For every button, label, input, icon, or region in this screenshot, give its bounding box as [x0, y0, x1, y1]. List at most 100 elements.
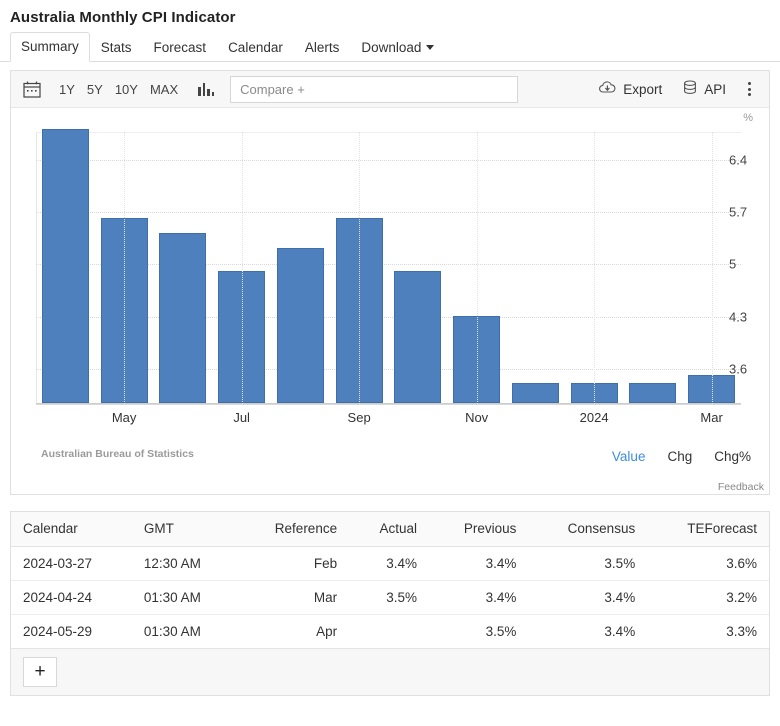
- tab-label: Summary: [21, 39, 79, 54]
- page-title: Australia Monthly CPI Indicator: [10, 9, 236, 26]
- x-tick-label: May: [111, 410, 137, 425]
- calendar-table: Calendar GMT Reference Actual Previous Consen…: [11, 512, 769, 648]
- plot-top-border: [36, 132, 741, 133]
- table-row[interactable]: 2024-03-27 12:30 AM Feb 3.4% 3.4% 3.5% 3.6%: [11, 546, 769, 581]
- grid-line-v: [124, 132, 126, 404]
- table-cell: 3.5%: [528, 546, 648, 581]
- compare-input[interactable]: [230, 75, 519, 103]
- column-header-teforecast[interactable]: TEForecast: [647, 512, 769, 547]
- chart-bar[interactable]: [41, 128, 89, 403]
- tab-summary[interactable]: Summary: [10, 32, 90, 62]
- y-tick-label: 3.6: [729, 361, 748, 377]
- column-header-calendar[interactable]: Calendar: [11, 512, 132, 547]
- x-tick-label: Nov: [465, 410, 489, 425]
- grid-line-v: [241, 132, 243, 404]
- api-label: API: [704, 81, 726, 97]
- tab-calendar[interactable]: Calendar: [217, 33, 294, 62]
- chart-bar[interactable]: [394, 270, 442, 403]
- table-cell: 01:30 AM: [131, 580, 238, 615]
- grid-line-h: [36, 159, 741, 161]
- tab-stats[interactable]: Stats: [90, 33, 143, 62]
- kebab-menu-icon[interactable]: [736, 76, 761, 102]
- page-root: Australia Monthly CPI Indicator Summary S…: [0, 0, 780, 726]
- toolbar-right-group: Export API: [588, 76, 761, 103]
- tab-label: Download: [361, 40, 422, 55]
- table-cell: 3.3%: [726, 624, 757, 639]
- calendar-table-card: Calendar GMT Reference Actual Previous Consen…: [10, 511, 770, 696]
- tab-label: Alerts: [304, 40, 340, 55]
- add-row-button[interactable]: +: [23, 657, 57, 687]
- cloud-download-icon: [598, 80, 617, 98]
- x-tick-label: Jul: [233, 410, 250, 425]
- chart-source: Australian Bureau of Statistics: [41, 448, 194, 460]
- chart-bar[interactable]: [159, 233, 207, 403]
- y-axis-unit: %: [743, 112, 753, 124]
- legend-item-chg[interactable]: Chg: [667, 449, 692, 464]
- tab-alerts[interactable]: Alerts: [294, 33, 351, 62]
- table-cell: 3.6%: [647, 546, 769, 581]
- column-header-actual[interactable]: Actual: [349, 512, 429, 547]
- grid-line-v: [476, 132, 478, 404]
- table-cell: 2024-03-27: [11, 546, 132, 581]
- table-row[interactable]: 2024-04-24 01:30 AM Mar 3.5% 3.4% 3.4% 3.2%: [11, 580, 769, 615]
- legend-item-value[interactable]: Value: [612, 449, 646, 464]
- y-tick-label: 4.3: [729, 309, 748, 325]
- tab-label: Calendar: [228, 40, 283, 55]
- table-cell: Apr: [316, 624, 338, 639]
- grid-line-h: [36, 211, 741, 213]
- chart-bar[interactable]: [511, 382, 559, 403]
- y-tick-label: 5.7: [729, 204, 748, 220]
- range-max[interactable]: MAX: [144, 78, 184, 101]
- database-icon: [682, 79, 698, 99]
- column-header-reference[interactable]: Reference: [237, 512, 350, 547]
- range-1y[interactable]: 1Y: [53, 78, 81, 101]
- table-cell: [349, 615, 429, 649]
- x-tick-label: Sep: [347, 410, 371, 425]
- axis-divider: [36, 404, 741, 405]
- table-footer: +: [11, 648, 769, 695]
- grid-line-v: [359, 132, 361, 404]
- column-header-previous[interactable]: Previous: [428, 512, 529, 547]
- tab-label: Forecast: [153, 40, 207, 55]
- table-head: Calendar GMT Reference Actual Previous Consen…: [11, 512, 769, 547]
- chart-toolbar: 1Y 5Y 10Y MAX Export: [11, 71, 769, 108]
- export-button[interactable]: Export: [588, 76, 672, 102]
- table-cell: 3.4%: [604, 624, 636, 639]
- api-button[interactable]: API: [672, 76, 736, 103]
- column-header-gmt[interactable]: GMT: [131, 512, 238, 547]
- chart-card: 1Y 5Y 10Y MAX Export: [10, 70, 770, 495]
- chart-bar[interactable]: [629, 382, 677, 403]
- chart-legend: Value Chg Chg%: [612, 449, 751, 464]
- table-cell: 01:30 AM: [143, 624, 201, 639]
- table-cell: 3.5%: [485, 624, 517, 639]
- table-header-row: Calendar GMT Reference Actual Previous Consen…: [11, 512, 769, 547]
- calendar-icon[interactable]: [23, 81, 41, 98]
- bar-chart-icon[interactable]: [198, 82, 215, 96]
- grid-line-v: [594, 132, 596, 404]
- legend-item-chg-pct[interactable]: Chg%: [714, 449, 751, 464]
- column-header-consensus[interactable]: Consensus: [528, 512, 648, 547]
- table-cell: 3.4%: [528, 580, 648, 615]
- tab-download[interactable]: Download: [350, 33, 445, 62]
- table-cell: 2024-04-24: [11, 580, 132, 615]
- tab-bar: Summary Stats Forecast Calendar Alerts Downlo…: [0, 32, 780, 62]
- table-cell: Feb: [237, 546, 350, 581]
- export-label: Export: [623, 81, 663, 97]
- y-tick-label: 6.4: [729, 152, 748, 168]
- table-cell: 3.2%: [647, 580, 769, 615]
- grid-line-v: [711, 132, 713, 404]
- chart-plot-area: % 6.4 5.7 5 4.3 3.6 May Jul Sep Nov 2024 Mar Aust…: [11, 108, 769, 496]
- table-cell: 2024-05-29: [23, 624, 93, 639]
- tab-forecast[interactable]: Forecast: [143, 33, 218, 62]
- plot-canvas[interactable]: [36, 128, 741, 404]
- table-row[interactable]: 2024-05-29 01:30 AM Apr 3.5% 3.4% 3.3%: [11, 615, 769, 649]
- range-10y[interactable]: 10Y: [109, 78, 144, 101]
- table-cell: Mar: [237, 580, 350, 615]
- table-cell: 3.4%: [349, 546, 429, 581]
- chart-bar[interactable]: [276, 248, 324, 403]
- feedback-link[interactable]: Feedback: [718, 481, 764, 493]
- y-tick-label: 5: [729, 256, 737, 272]
- table-cell: 3.4%: [428, 580, 529, 615]
- table-cell: 3.4%: [428, 546, 529, 581]
- range-5y[interactable]: 5Y: [81, 78, 109, 101]
